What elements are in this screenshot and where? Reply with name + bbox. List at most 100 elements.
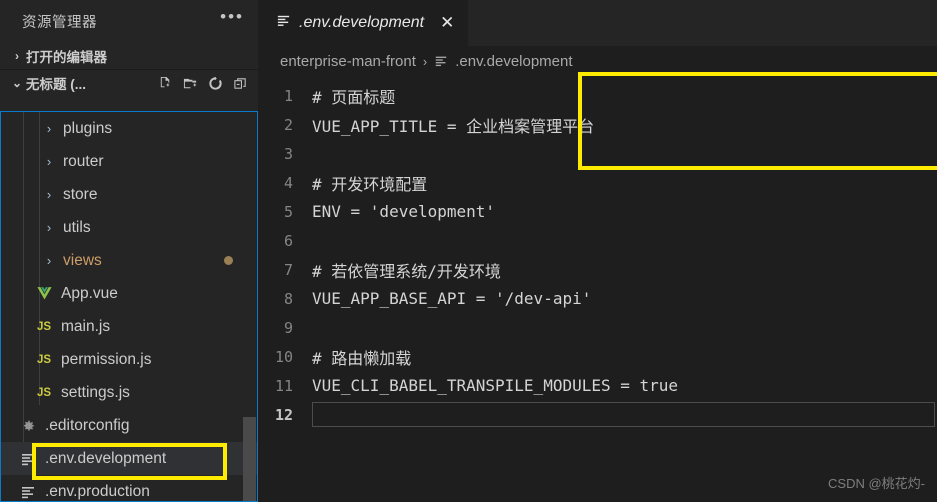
tree-row-app-vue[interactable]: App.vue	[1, 277, 257, 310]
tree-row-label: settings.js	[61, 383, 130, 401]
line-number: 1	[283, 86, 293, 105]
line-number: 7	[283, 260, 293, 279]
tree-row-router[interactable]: › router	[1, 145, 257, 178]
editor-area: .env.development ✕ enterprise-man-front …	[258, 0, 937, 502]
tree-row-utils[interactable]: › utils	[1, 211, 257, 244]
refresh-icon[interactable]	[206, 74, 225, 93]
vscode-window: 资源管理器 ••• › 打开的编辑器 ⌄ 无标题 (... › plugins …	[0, 0, 937, 502]
line-number: 11	[274, 376, 293, 395]
line-number: 9	[283, 318, 293, 337]
code-line[interactable]: 5 ENV = 'development'	[258, 197, 937, 226]
tree-row-label: .editorconfig	[45, 416, 130, 434]
tree-row-label: App.vue	[61, 284, 118, 302]
watermark: CSDN @桃花灼-	[828, 476, 925, 491]
editor-tabbar: .env.development ✕	[258, 0, 937, 46]
tree-row-views[interactable]: › views	[1, 244, 257, 277]
line-number: 2	[283, 115, 293, 134]
tree-row-label: utils	[63, 218, 91, 236]
code-line[interactable]: 1 # 页面标题	[258, 81, 937, 110]
code-viewport[interactable]: 1 # 页面标题 2 VUE_APP_TITLE = 企业档案管理平台 3 4 …	[258, 76, 937, 502]
tree-row-label: main.js	[61, 317, 111, 335]
line-number: 5	[283, 202, 293, 221]
line-text: VUE_CLI_BABEL_TRANSPILE_MODULES = true	[312, 376, 679, 395]
js-file-icon: JS	[36, 353, 52, 366]
line-text: # 若依管理系统/开发环境	[312, 261, 501, 281]
line-number: 4	[283, 173, 293, 192]
explorer-sidebar: 资源管理器 ••• › 打开的编辑器 ⌄ 无标题 (... › plugins …	[0, 0, 258, 502]
chevron-right-icon: ›	[15, 48, 19, 63]
chevron-right-icon: ›	[422, 53, 428, 69]
settings-file-icon	[15, 484, 41, 500]
code-line[interactable]: 10 # 路由懒加载	[258, 342, 937, 371]
sidebar-section-workspace[interactable]: ⌄ 无标题 (...	[0, 69, 258, 96]
tree-row-label: plugins	[63, 119, 113, 137]
tree-row-env-production[interactable]: .env.production	[1, 475, 257, 501]
settings-file-icon	[276, 13, 291, 33]
gear-file-icon	[15, 418, 41, 434]
line-number: 3	[283, 144, 293, 163]
tab-label: .env.development	[299, 14, 425, 31]
settings-file-icon	[15, 451, 41, 467]
code-line[interactable]: 6	[258, 226, 937, 255]
tree-row-label: router	[63, 152, 104, 170]
explorer-action-bar	[156, 74, 258, 93]
sidebar-section-workspace-label: 无标题 (...	[26, 77, 86, 92]
settings-file-icon	[434, 54, 448, 68]
tree-row-permission-js[interactable]: JS permission.js	[1, 343, 257, 376]
chevron-right-icon: ›	[46, 220, 52, 235]
new-folder-icon[interactable]	[181, 74, 200, 93]
breadcrumb-file[interactable]: .env.development	[455, 53, 572, 70]
vue-file-icon	[31, 285, 57, 302]
tree-row-main-js[interactable]: JS main.js	[1, 310, 257, 343]
tree-row-label: permission.js	[61, 350, 152, 368]
code-line[interactable]: 8 VUE_APP_BASE_API = '/dev-api'	[258, 284, 937, 313]
tree-row-label: .env.production	[45, 482, 150, 500]
tree-row-settings-js[interactable]: JS settings.js	[1, 376, 257, 409]
code-line[interactable]: 3	[258, 139, 937, 168]
tab-env-development[interactable]: .env.development ✕	[258, 0, 469, 46]
tree-row-label: store	[63, 185, 98, 203]
code-line[interactable]: 4 # 开发环境配置	[258, 168, 937, 197]
explorer-header: 资源管理器 •••	[0, 0, 258, 42]
line-number: 8	[283, 289, 293, 308]
sidebar-section-open-editors[interactable]: › 打开的编辑器	[0, 42, 258, 69]
chevron-down-icon: ⌄	[11, 76, 23, 90]
tree-row-plugins[interactable]: › plugins	[1, 112, 257, 145]
tree-row-label: views	[63, 251, 102, 269]
new-file-icon[interactable]	[156, 74, 175, 93]
sidebar-section-open-editors-label: 打开的编辑器	[26, 49, 107, 65]
line-number: 6	[283, 231, 293, 250]
line-text: # 开发环境配置	[312, 174, 428, 194]
js-file-icon: JS	[36, 320, 52, 333]
breadcrumb: enterprise-man-front › .env.development	[258, 46, 937, 76]
js-file-icon: JS	[36, 386, 52, 399]
chevron-right-icon: ›	[46, 154, 52, 169]
line-number: 12	[274, 405, 293, 424]
close-icon[interactable]: ✕	[440, 13, 454, 33]
tree-row-env-development[interactable]: .env.development	[1, 442, 257, 475]
explorer-title: 资源管理器	[22, 14, 97, 31]
line-number: 10	[274, 347, 293, 366]
sidebar-scrollbar[interactable]	[243, 417, 256, 501]
collapse-all-icon[interactable]	[231, 74, 250, 93]
line-text: VUE_APP_BASE_API = '/dev-api'	[312, 289, 592, 308]
current-line-highlight	[312, 402, 935, 427]
line-text: # 页面标题	[312, 87, 396, 107]
file-tree[interactable]: › plugins › router › store › utils › vie…	[0, 111, 258, 502]
tree-row-store[interactable]: › store	[1, 178, 257, 211]
chevron-right-icon: ›	[46, 187, 52, 202]
code-line[interactable]: 2 VUE_APP_TITLE = 企业档案管理平台	[258, 110, 937, 139]
code-line-active[interactable]: 12	[258, 400, 937, 429]
code-line[interactable]: 7 # 若依管理系统/开发环境	[258, 255, 937, 284]
line-text: # 路由懒加载	[312, 348, 412, 368]
code-line[interactable]: 9	[258, 313, 937, 342]
more-actions-icon[interactable]: •••	[220, 8, 244, 30]
tree-row-label: .env.development	[45, 449, 167, 467]
line-text: VUE_APP_TITLE = 企业档案管理平台	[312, 116, 595, 136]
breadcrumb-root[interactable]: enterprise-man-front	[280, 53, 416, 70]
chevron-right-icon: ›	[46, 121, 52, 136]
tree-row-editorconfig[interactable]: .editorconfig	[1, 409, 257, 442]
chevron-right-icon: ›	[46, 253, 52, 268]
code-line[interactable]: 11 VUE_CLI_BABEL_TRANSPILE_MODULES = tru…	[258, 371, 937, 400]
line-text: ENV = 'development'	[312, 202, 496, 221]
